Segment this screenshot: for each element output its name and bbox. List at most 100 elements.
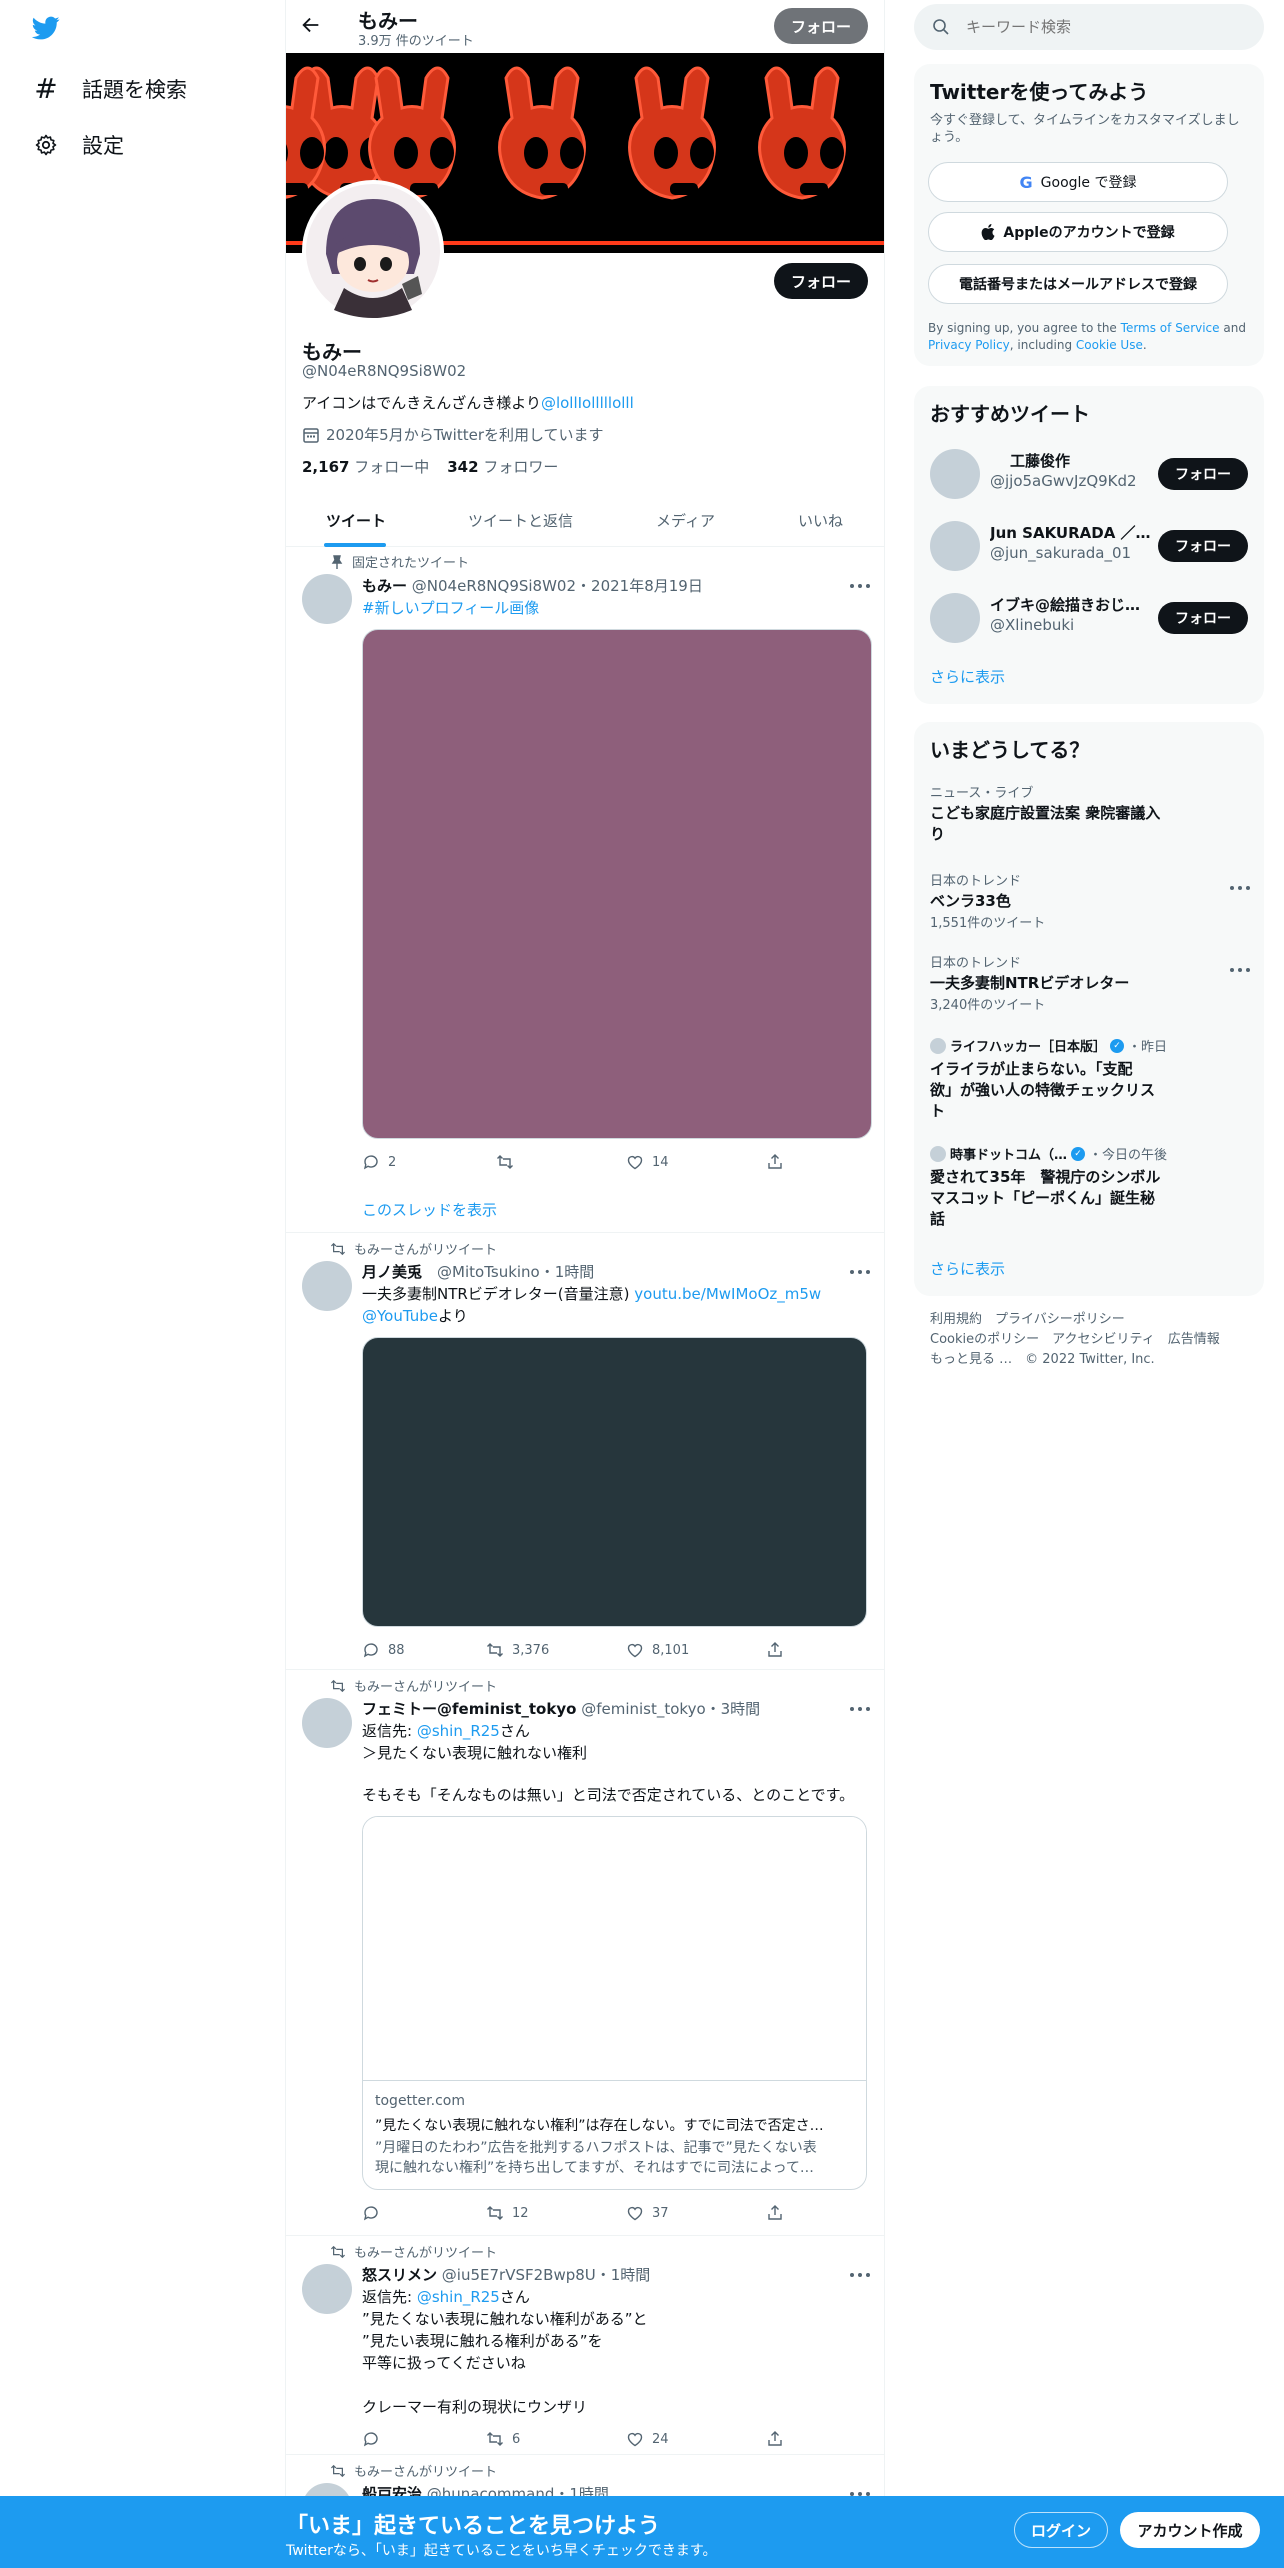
trend-item[interactable]: ニュース・ライブ こども家庭庁設置法案 衆院審議入 り bbox=[914, 778, 1264, 848]
tweet-author-name[interactable]: 月ノ美兎 bbox=[362, 1263, 422, 1281]
terms-link[interactable]: Terms of Service bbox=[1121, 321, 1220, 335]
footer-privacy[interactable]: プライバシーポリシー bbox=[995, 1312, 1125, 1327]
share-button[interactable] bbox=[766, 2430, 784, 2448]
reply-button[interactable]: 88 bbox=[362, 1641, 405, 1659]
reply-to-mention[interactable]: @shin_R25 bbox=[417, 1722, 500, 1740]
retweet-button[interactable] bbox=[496, 1153, 522, 1171]
more-icon[interactable] bbox=[1230, 968, 1250, 972]
tweet-author-name[interactable]: 怒スリメン bbox=[362, 2266, 437, 2284]
like-button[interactable]: 8,101 bbox=[626, 1641, 689, 1659]
recommended-user[interactable]: Jun SAKURADA ／… @jun_sakurada_01 フォロー bbox=[914, 516, 1264, 576]
tweet-author-name[interactable]: フェミトー@feminist_tokyo bbox=[362, 1700, 576, 1718]
reply-button[interactable] bbox=[362, 2430, 388, 2448]
retweet-label: もみーさんがリツイート bbox=[354, 2246, 498, 2261]
tab-media[interactable]: メディア bbox=[656, 510, 715, 531]
back-button[interactable] bbox=[300, 14, 326, 40]
profile-follow-button[interactable]: フォロー bbox=[774, 263, 868, 299]
header-follow-button[interactable]: フォロー bbox=[774, 8, 868, 44]
more-icon[interactable] bbox=[1230, 886, 1250, 890]
recommended-show-more[interactable]: さらに表示 bbox=[930, 666, 1005, 687]
tweet-link[interactable]: youtu.be/MwIMoOz_m5w bbox=[634, 1285, 821, 1303]
tweet-author-name[interactable]: もみー bbox=[362, 577, 407, 595]
tweet-retweet-feminist[interactable]: もみーさんがリツイート フェミトー@feminist_tokyo @femini… bbox=[286, 1670, 884, 2235]
phone-signup-button[interactable]: 電話番号またはメールアドレスで登録 bbox=[928, 264, 1228, 304]
news-item[interactable]: 時事ドットコム（… ✓ ・今日の午後 愛されて35年 警視庁のシンボル マスコッ… bbox=[914, 1140, 1264, 1230]
nav-explore[interactable]: # 話題を検索 bbox=[34, 72, 187, 105]
reply-to-mention[interactable]: @shin_R25 bbox=[417, 2288, 500, 2306]
like-count: 14 bbox=[652, 1154, 669, 1170]
following-stat[interactable]: 2,167 フォロー中 bbox=[302, 456, 429, 477]
news-item[interactable]: ライフハッカー［日本版］ ✓ ・昨日 イライラが止まらない。「支配 欲」が強い人… bbox=[914, 1032, 1264, 1122]
privacy-link[interactable]: Privacy Policy bbox=[928, 338, 1010, 352]
recommended-follow-button[interactable]: フォロー bbox=[1158, 458, 1248, 490]
recommended-follow-button[interactable]: フォロー bbox=[1158, 530, 1248, 562]
retweet-button[interactable]: 3,376 bbox=[486, 1641, 549, 1659]
search-input[interactable] bbox=[966, 18, 1236, 36]
twitter-logo[interactable] bbox=[30, 14, 64, 42]
retweet-button[interactable]: 12 bbox=[486, 2204, 529, 2222]
tweet-avatar[interactable] bbox=[302, 1261, 352, 1311]
tweet-avatar[interactable] bbox=[302, 1698, 352, 1748]
trend-item[interactable]: 日本のトレンド 一夫多妻制NTRビデオレター 3,240件のツイート bbox=[914, 948, 1264, 1014]
tweet-retweet-dosurimen[interactable]: もみーさんがリツイート 怒スリメン @iu5E7rVSF2Bwp8U・1時間 返… bbox=[286, 2236, 884, 2454]
bio-mention-link[interactable]: @lollIolllllolll bbox=[541, 394, 634, 412]
footer-more[interactable]: もっと見る … bbox=[930, 1352, 1012, 1367]
signup-subtitle: 今すぐ登録して、タイムラインをカスタマイズしましょう。 bbox=[930, 113, 1240, 145]
trends-show-more[interactable]: さらに表示 bbox=[930, 1258, 1005, 1279]
tweet-image[interactable] bbox=[362, 629, 872, 1139]
more-icon[interactable] bbox=[850, 2273, 870, 2277]
google-icon: G bbox=[1019, 172, 1033, 192]
recommended-follow-button[interactable]: フォロー bbox=[1158, 602, 1248, 634]
reply-button[interactable] bbox=[362, 2204, 388, 2222]
profile-bio: アイコンはでんきえんざんき様より@lollIolllllolll bbox=[302, 392, 634, 413]
followers-stat[interactable]: 342 フォロワー bbox=[447, 456, 558, 477]
google-signup-button[interactable]: G Google で登録 bbox=[928, 162, 1228, 202]
more-icon[interactable] bbox=[850, 1270, 870, 1274]
cookie-link[interactable]: Cookie Use bbox=[1076, 338, 1143, 352]
retweet-icon bbox=[331, 1679, 345, 1692]
create-account-button[interactable]: アカウント作成 bbox=[1120, 2512, 1260, 2548]
footer-ads[interactable]: 広告情報 bbox=[1168, 1332, 1220, 1347]
recommended-card: おすすめツイート 工藤俊作 @jjo5aGwvJzQ9Kd2 フォロー Jun … bbox=[914, 386, 1264, 704]
like-button[interactable]: 37 bbox=[626, 2204, 669, 2222]
login-button[interactable]: ログイン bbox=[1014, 2512, 1108, 2548]
calendar-icon bbox=[303, 427, 319, 443]
search-box[interactable] bbox=[914, 4, 1264, 50]
tweet-text: 一夫多妻制NTRビデオレター(音量注意) bbox=[362, 1285, 630, 1303]
tweet-retweet-mito[interactable]: もみーさんがリツイート 月ノ美兎 @MitoTsukino・1時間 一夫多妻制N… bbox=[286, 1233, 884, 1669]
tweet-avatar[interactable] bbox=[302, 574, 352, 624]
tweet-meta[interactable]: @N04eR8NQ9Si8W02・2021年8月19日 bbox=[412, 577, 703, 595]
recommended-user[interactable]: イブキ@絵描きおじ… @Xlinebuki フォロー bbox=[914, 588, 1264, 648]
more-icon[interactable] bbox=[850, 1707, 870, 1711]
like-button[interactable]: 14 bbox=[626, 1153, 669, 1171]
profile-avatar[interactable] bbox=[302, 180, 444, 322]
retweet-button[interactable]: 6 bbox=[486, 2430, 520, 2448]
tweet-meta[interactable]: @iu5E7rVSF2Bwp8U・1時間 bbox=[442, 2266, 651, 2284]
recommended-user[interactable]: 工藤俊作 @jjo5aGwvJzQ9Kd2 フォロー bbox=[914, 444, 1264, 504]
link-card[interactable]: togetter.com ”見たくない表現に触れない権利”は存在しない。すでに司… bbox=[362, 1816, 867, 2190]
share-button[interactable] bbox=[766, 2204, 784, 2222]
tab-likes[interactable]: いいね bbox=[798, 510, 843, 531]
footer-terms[interactable]: 利用規約 bbox=[930, 1312, 982, 1327]
tweet-video[interactable] bbox=[362, 1337, 867, 1627]
nav-settings[interactable]: 設定 bbox=[34, 130, 124, 160]
tweet-mention[interactable]: @YouTube bbox=[362, 1307, 438, 1325]
share-button[interactable] bbox=[766, 1153, 784, 1171]
apple-signup-button[interactable]: Appleのアカウントで登録 bbox=[928, 212, 1228, 252]
footer-copyright: © 2022 Twitter, Inc. bbox=[1025, 1352, 1155, 1367]
footer-cookie[interactable]: Cookieのポリシー bbox=[930, 1332, 1039, 1347]
share-button[interactable] bbox=[766, 1641, 784, 1659]
pinned-tweet[interactable]: 固定されたツイート もみー @N04eR8NQ9Si8W02・2021年8月19… bbox=[286, 547, 884, 1232]
tab-replies[interactable]: ツイートと返信 bbox=[468, 510, 573, 531]
tweet-meta[interactable]: @MitoTsukino・1時間 bbox=[437, 1263, 594, 1281]
like-button[interactable]: 24 bbox=[626, 2430, 669, 2448]
trend-item[interactable]: 日本のトレンド ベンラ33色 1,551件のツイート bbox=[914, 866, 1264, 932]
show-thread-link[interactable]: このスレッドを表示 bbox=[362, 1199, 497, 1220]
tweet-avatar[interactable] bbox=[302, 2264, 352, 2314]
footer-accessibility[interactable]: アクセシビリティ bbox=[1052, 1332, 1155, 1347]
tab-tweets[interactable]: ツイート bbox=[326, 510, 386, 531]
tweet-meta[interactable]: @feminist_tokyo・3時間 bbox=[581, 1700, 760, 1718]
more-icon[interactable] bbox=[850, 584, 870, 588]
tweet-hashtag[interactable]: #新しいプロフィール画像 bbox=[362, 597, 539, 618]
reply-button[interactable]: 2 bbox=[362, 1153, 396, 1171]
